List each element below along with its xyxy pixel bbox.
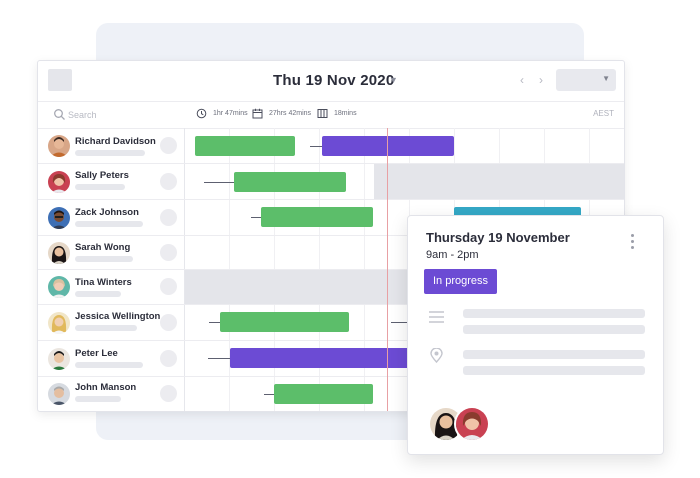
placeholder-line xyxy=(75,325,137,331)
chevron-down-icon: ▼ xyxy=(602,74,610,83)
shift-block[interactable] xyxy=(220,312,349,332)
status-indicator[interactable] xyxy=(160,173,177,190)
toolbar: Thu 19 Nov 2020 ▼ ‹ › ▼ xyxy=(38,61,624,102)
placeholder-line xyxy=(75,184,125,190)
employee-name: Sally Peters xyxy=(75,170,129,181)
break-connector xyxy=(208,358,231,359)
placeholder-line xyxy=(75,150,145,156)
employee-name: Jessica Wellington xyxy=(75,311,161,322)
avatar xyxy=(48,171,70,193)
shift-block[interactable] xyxy=(274,384,373,404)
current-time-line xyxy=(387,128,388,411)
shift-detail-card[interactable]: Thursday 19 November 9am - 2pm In progre… xyxy=(407,215,664,455)
placeholder-line xyxy=(75,221,143,227)
chevron-down-icon[interactable]: ▼ xyxy=(389,75,398,85)
placeholder-line xyxy=(75,291,121,297)
placeholder-line xyxy=(75,396,121,402)
logo xyxy=(48,69,72,91)
employee-name: John Manson xyxy=(75,382,137,393)
avatar xyxy=(48,135,70,157)
employee-name: Peter Lee xyxy=(75,348,118,359)
stat-label: 27hrs 42mins xyxy=(269,110,312,117)
timezone-label: AEST xyxy=(593,109,614,118)
placeholder-line xyxy=(75,256,133,262)
status-indicator[interactable] xyxy=(160,137,177,154)
stat-label: 1hr 47mins xyxy=(213,110,248,117)
avatar xyxy=(48,207,70,229)
location-pin-icon xyxy=(430,348,443,363)
shift-block[interactable] xyxy=(261,207,373,227)
search-input[interactable] xyxy=(68,108,178,122)
avatar xyxy=(454,406,490,442)
placeholder-line xyxy=(463,325,645,334)
employee-name: Zack Johnson xyxy=(75,207,139,218)
filter-bar: 1hr 47mins 27hrs 42mins 18mins AEST xyxy=(38,102,624,129)
clock-icon xyxy=(196,108,207,119)
avatar xyxy=(48,312,70,334)
employee-name: Sarah Wong xyxy=(75,242,131,253)
status-badge: In progress xyxy=(424,269,498,294)
avatar xyxy=(48,348,70,370)
break-connector xyxy=(204,182,234,183)
status-indicator[interactable] xyxy=(160,209,177,226)
status-indicator[interactable] xyxy=(160,278,177,295)
status-indicator[interactable] xyxy=(160,244,177,261)
notes-icon xyxy=(429,311,444,323)
break-connector xyxy=(264,394,274,395)
avatar xyxy=(48,242,70,264)
shift-block[interactable] xyxy=(230,348,420,368)
avatar xyxy=(48,276,70,298)
card-title: Thursday 19 November xyxy=(426,230,570,245)
status-indicator[interactable] xyxy=(160,385,177,402)
status-indicator[interactable] xyxy=(160,314,177,331)
stat-label: 18mins xyxy=(334,110,357,117)
more-options-icon[interactable] xyxy=(630,233,636,251)
shift-block[interactable] xyxy=(195,136,295,156)
placeholder-line xyxy=(75,362,143,368)
columns-icon xyxy=(317,109,328,118)
chevron-left-icon[interactable]: ‹ xyxy=(520,73,524,87)
employee-name: Richard Davidson xyxy=(75,136,156,147)
placeholder-line xyxy=(463,309,645,318)
avatar xyxy=(48,383,70,405)
card-time: 9am - 2pm xyxy=(426,249,479,261)
placeholder-line xyxy=(463,366,645,375)
chevron-right-icon[interactable]: › xyxy=(539,73,543,87)
status-indicator[interactable] xyxy=(160,350,177,367)
view-select[interactable]: ▼ xyxy=(556,69,616,91)
search-icon xyxy=(54,109,65,120)
page-title[interactable]: Thu 19 Nov 2020 xyxy=(273,72,394,89)
shift-block[interactable] xyxy=(322,136,454,156)
shift-block[interactable] xyxy=(234,172,346,192)
placeholder-line xyxy=(463,350,645,359)
calendar-icon xyxy=(252,108,263,119)
employee-name: Tina Winters xyxy=(75,277,132,288)
